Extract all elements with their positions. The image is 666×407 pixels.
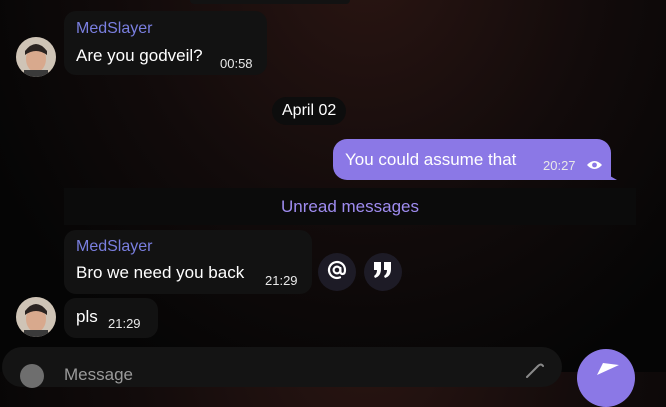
unread-separator: Unread messages [64, 188, 636, 225]
sender-name[interactable]: MedSlayer [76, 238, 152, 256]
message-text: pls [76, 307, 98, 326]
message-text: Bro we need you back [76, 263, 245, 282]
previous-message-edge [190, 0, 350, 4]
quote-icon [373, 261, 393, 284]
avatar[interactable] [16, 297, 56, 337]
emoji-icon[interactable] [20, 364, 44, 388]
message-composer[interactable]: Message [2, 347, 562, 388]
message-time: 20:27 [543, 158, 576, 173]
message-bubble[interactable]: MedSlayer Bro we need you back 21:29 [64, 230, 312, 294]
mention-button[interactable] [318, 253, 356, 291]
composer-input[interactable]: Message [64, 365, 133, 385]
message-time: 00:58 [220, 56, 253, 71]
send-button[interactable] [577, 349, 635, 407]
message-text: Are you godveil? [76, 46, 203, 65]
eye-icon [586, 158, 603, 176]
message-bubble[interactable]: pls 21:29 [64, 298, 158, 338]
outgoing-message-bubble[interactable]: You could assume that 20:27 [333, 139, 611, 180]
message-text: You could assume that [345, 150, 517, 169]
paperclip-icon[interactable] [524, 363, 544, 384]
date-separator: April 02 [272, 97, 347, 125]
avatar[interactable] [16, 37, 56, 77]
message-time: 21:29 [265, 273, 298, 288]
message-bubble[interactable]: MedSlayer Are you godveil? 00:58 [64, 11, 267, 75]
send-icon [597, 362, 619, 380]
at-icon [327, 260, 347, 285]
quote-button[interactable] [364, 253, 402, 291]
message-time: 21:29 [108, 316, 141, 331]
sender-name[interactable]: MedSlayer [76, 20, 152, 38]
